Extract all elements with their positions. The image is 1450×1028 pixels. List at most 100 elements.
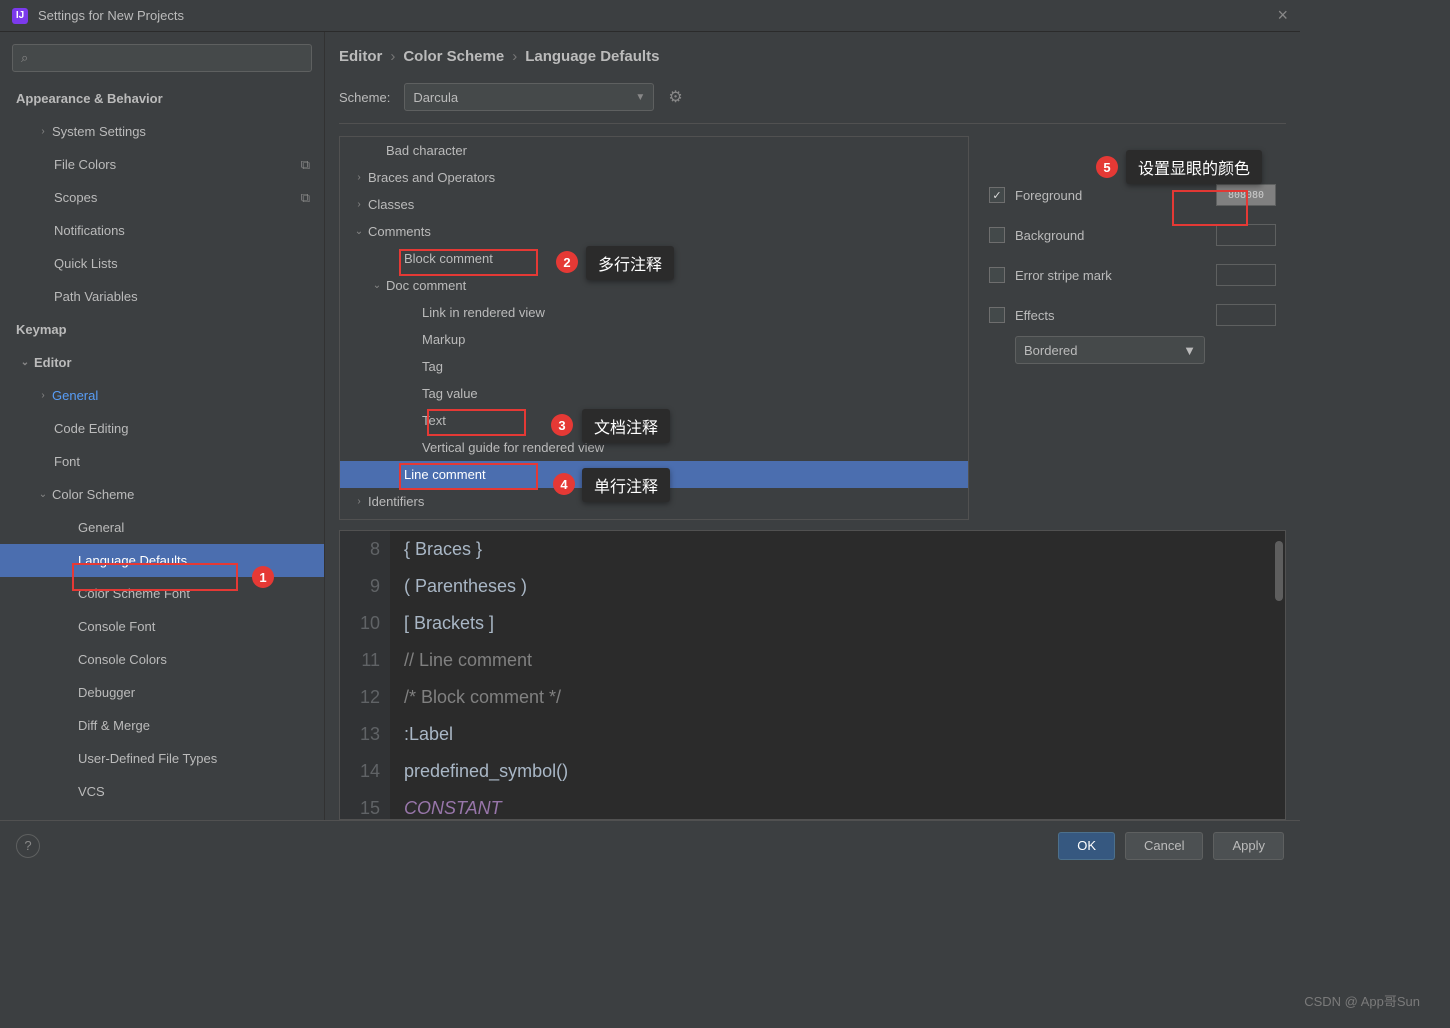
attribute-item[interactable]: Line comment [340, 461, 968, 488]
attribute-item[interactable]: ⌄Comments [340, 218, 968, 245]
ok-button[interactable]: OK [1058, 832, 1115, 860]
errorstripe-color[interactable] [1216, 264, 1276, 286]
attribute-label: Doc comment [386, 278, 466, 293]
effects-label: Effects [1015, 308, 1055, 323]
sidebar-item[interactable]: Quick Lists [0, 247, 324, 280]
code-area: { Braces }( Parentheses )[ Brackets ]// … [390, 531, 1285, 819]
sidebar-item[interactable]: ›General [0, 379, 324, 412]
chevron-icon: › [34, 390, 52, 401]
gear-icon[interactable]: ⚙ [668, 87, 682, 107]
close-icon[interactable]: × [1277, 5, 1288, 26]
crumb-1[interactable]: Color Scheme [403, 48, 504, 65]
sidebar-item[interactable]: Console Font [0, 610, 324, 643]
window-title: Settings for New Projects [38, 8, 184, 23]
scheme-value: Darcula [413, 90, 458, 105]
attribute-item[interactable]: ›Identifiers [340, 488, 968, 515]
sidebar-item[interactable]: ⌄Color Scheme [0, 478, 324, 511]
sidebar-item[interactable]: Debugger [0, 676, 324, 709]
attribute-label: Classes [368, 197, 414, 212]
attribute-label: Comments [368, 224, 431, 239]
sidebar-item[interactable]: Path Variables [0, 280, 324, 313]
sidebar-item[interactable]: Color Scheme Font [0, 577, 324, 610]
attribute-item[interactable]: Markup [340, 326, 968, 353]
attribute-label: Tag value [422, 386, 478, 401]
code-line: /* Block comment */ [404, 679, 1285, 716]
sidebar-item-label: Scopes [54, 190, 97, 205]
breadcrumb: Editor › Color Scheme › Language Default… [339, 48, 1286, 65]
sidebar-item[interactable]: Appearance & Behavior [0, 82, 324, 115]
effects-checkbox[interactable] [989, 307, 1005, 323]
sidebar-item[interactable]: General [0, 511, 324, 544]
sidebar-item-label: Diff & Merge [78, 718, 150, 733]
attribute-tree[interactable]: Bad character›Braces and Operators›Class… [339, 136, 969, 520]
scrollbar-thumb[interactable] [1275, 541, 1283, 601]
scheme-dropdown[interactable]: Darcula ▼ [404, 83, 654, 111]
bottombar: ? OK Cancel Apply [0, 820, 1300, 870]
settings-tree[interactable]: Appearance & Behavior›System SettingsFil… [0, 82, 324, 820]
sidebar-item-label: Color Scheme Font [78, 586, 190, 601]
sidebar-item[interactable]: File Colors⧉ [0, 148, 324, 181]
chevron-icon: ⌄ [368, 280, 386, 291]
sidebar-item[interactable]: Scopes ⧉ [0, 181, 324, 214]
effects-type-dropdown[interactable]: Bordered ▼ [1015, 336, 1205, 364]
sidebar-item-label: Keymap [16, 322, 67, 337]
effects-type-value: Bordered [1024, 343, 1077, 358]
app-icon: IJ [12, 8, 28, 24]
cancel-button[interactable]: Cancel [1125, 832, 1203, 860]
sidebar-item[interactable]: Notifications [0, 214, 324, 247]
search-input[interactable] [34, 51, 303, 66]
foreground-label: Foreground [1015, 188, 1082, 203]
foreground-color[interactable]: 808080 [1216, 184, 1276, 206]
sidebar-item-label: General [78, 520, 124, 535]
sidebar-item-label: Language Defaults [78, 553, 187, 568]
attribute-label: Bad character [386, 143, 467, 158]
sidebar-item[interactable]: User-Defined File Types [0, 742, 324, 775]
errorstripe-checkbox[interactable] [989, 267, 1005, 283]
sidebar-item[interactable]: VCS [0, 775, 324, 808]
sidebar-item[interactable]: Diff & Merge [0, 709, 324, 742]
chevron-icon: › [34, 126, 52, 137]
attribute-item[interactable]: ›Classes [340, 191, 968, 218]
attribute-item[interactable]: Block comment [340, 245, 968, 272]
search-input-wrapper[interactable]: ⌕ [12, 44, 312, 72]
watermark: CSDN @ App哥Sun [1304, 991, 1420, 1010]
sidebar-item[interactable]: Keymap [0, 313, 324, 346]
code-line: :Label [404, 716, 1285, 753]
sidebar-item[interactable]: ›System Settings [0, 115, 324, 148]
attribute-item[interactable]: ›Inline hints [340, 515, 968, 520]
attribute-item[interactable]: Link in rendered view [340, 299, 968, 326]
foreground-checkbox[interactable] [989, 187, 1005, 203]
attribute-item[interactable]: ›Braces and Operators [340, 164, 968, 191]
attribute-label: Text [422, 413, 446, 428]
sidebar-item-label: Color Scheme [52, 487, 134, 502]
attribute-label: Line comment [404, 467, 486, 482]
sidebar-item[interactable]: Code Editing [0, 412, 324, 445]
background-color[interactable] [1216, 224, 1276, 246]
attribute-label: Block comment [404, 251, 493, 266]
scheme-row: Scheme: Darcula ▼ ⚙ [339, 83, 1286, 124]
chevron-icon: › [350, 199, 368, 210]
attribute-item[interactable]: Tag [340, 353, 968, 380]
apply-button[interactable]: Apply [1213, 832, 1284, 860]
attribute-item[interactable]: Text [340, 407, 968, 434]
properties-panel: Foreground 808080 Background Error strip… [979, 136, 1286, 520]
sidebar-item[interactable]: ⌄Editor [0, 346, 324, 379]
sidebar-item-label: Console Colors [78, 652, 167, 667]
effects-color[interactable] [1216, 304, 1276, 326]
code-line: ( Parentheses ) [404, 568, 1285, 605]
crumb-0[interactable]: Editor [339, 48, 382, 65]
background-checkbox[interactable] [989, 227, 1005, 243]
attribute-item[interactable]: Bad character [340, 137, 968, 164]
line-number: 15 [340, 790, 380, 820]
attribute-item[interactable]: Tag value [340, 380, 968, 407]
sidebar-item[interactable]: Font [0, 445, 324, 478]
sidebar-item[interactable]: Java [0, 808, 324, 820]
attribute-item[interactable]: Vertical guide for rendered view [340, 434, 968, 461]
sidebar-item[interactable]: Language Defaults [0, 544, 324, 577]
settings-sidebar: ⌕ Appearance & Behavior›System SettingsF… [0, 32, 325, 820]
sidebar-item[interactable]: Console Colors [0, 643, 324, 676]
help-icon[interactable]: ? [16, 834, 40, 858]
project-icon: ⧉ [301, 190, 310, 206]
attribute-item[interactable]: ⌄Doc comment [340, 272, 968, 299]
attribute-label: Link in rendered view [422, 305, 545, 320]
